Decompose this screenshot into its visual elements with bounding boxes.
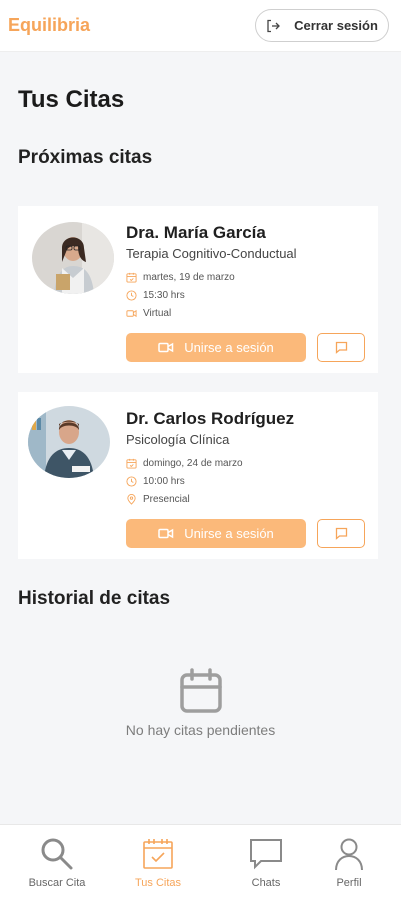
- logout-icon: [267, 19, 280, 32]
- location-pin-icon: [127, 494, 136, 505]
- nav-item-search[interactable]: Buscar Cita: [17, 837, 97, 889]
- appointment-card: Dr. Carlos Rodríguez Psicología Clínica …: [18, 392, 378, 559]
- user-icon: [335, 838, 363, 871]
- empty-state: No hay citas pendientes: [0, 668, 401, 738]
- appointment-card: Dra. María García Terapia Cognitivo-Cond…: [18, 206, 378, 373]
- date-text: domingo, 24 de marzo: [143, 458, 243, 469]
- clock-icon: [126, 290, 137, 301]
- calendar-icon: [126, 272, 137, 283]
- appointment-date: domingo, 24 de marzo: [126, 458, 243, 469]
- brand-logo[interactable]: Equilibria: [8, 15, 90, 36]
- nav-label: Tus Citas: [134, 877, 182, 889]
- doctor-specialty: Psicología Clínica: [126, 432, 230, 447]
- app-header: Equilibria Cerrar sesión: [0, 0, 401, 52]
- nav-item-profile[interactable]: Perfil: [309, 837, 389, 889]
- join-session-button[interactable]: Unirse a sesión: [126, 333, 306, 362]
- doctor-name: Dr. Carlos Rodríguez: [126, 409, 295, 428]
- page-title: Tus Citas: [18, 86, 125, 113]
- appointment-date: martes, 19 de marzo: [126, 272, 235, 283]
- nav-label: Chats: [251, 877, 281, 889]
- nav-item-appointments[interactable]: Tus Citas: [118, 837, 198, 889]
- doctor-avatar: [28, 406, 110, 478]
- calendar-icon: [179, 668, 222, 713]
- time-text: 10:00 hrs: [143, 476, 185, 487]
- doctor-avatar: [32, 222, 114, 294]
- calendar-icon: [126, 458, 137, 469]
- appointment-time: 10:00 hrs: [126, 476, 185, 487]
- appointment-time: 15:30 hrs: [126, 290, 185, 301]
- video-icon: [126, 309, 137, 318]
- message-doctor-button[interactable]: [317, 519, 365, 548]
- date-text: martes, 19 de marzo: [143, 272, 235, 283]
- nav-label: Buscar Cita: [28, 877, 86, 889]
- logout-button[interactable]: Cerrar sesión: [255, 9, 389, 42]
- bottom-navigation: Buscar Cita Tus Citas Chats Perfil: [0, 824, 401, 897]
- video-camera-icon: [158, 342, 174, 353]
- empty-state-text: No hay citas pendientes: [125, 722, 276, 738]
- message-doctor-button[interactable]: [317, 333, 365, 362]
- history-section-title: Historial de citas: [18, 588, 171, 609]
- mode-text: Virtual: [143, 308, 172, 319]
- mode-text: Presencial: [143, 494, 190, 505]
- chat-icon: [250, 839, 282, 870]
- time-text: 15:30 hrs: [143, 290, 185, 301]
- nav-label: Perfil: [336, 877, 362, 889]
- doctor-specialty: Terapia Cognitivo-Conductual: [126, 246, 297, 261]
- logout-label: Cerrar sesión: [294, 18, 378, 33]
- message-icon: [335, 527, 347, 540]
- join-session-label: Unirse a sesión: [184, 526, 274, 541]
- upcoming-section-title: Próximas citas: [18, 147, 153, 168]
- calendar-check-icon: [143, 839, 173, 869]
- nav-item-chats[interactable]: Chats: [226, 837, 306, 889]
- search-icon: [41, 838, 73, 870]
- video-camera-icon: [158, 528, 174, 539]
- appointment-mode: Presencial: [126, 494, 190, 505]
- join-session-label: Unirse a sesión: [184, 340, 274, 355]
- appointment-mode: Virtual: [126, 308, 171, 319]
- doctor-name: Dra. María García: [126, 223, 266, 242]
- join-session-button[interactable]: Unirse a sesión: [126, 519, 306, 548]
- message-icon: [335, 341, 347, 354]
- clock-icon: [126, 476, 137, 487]
